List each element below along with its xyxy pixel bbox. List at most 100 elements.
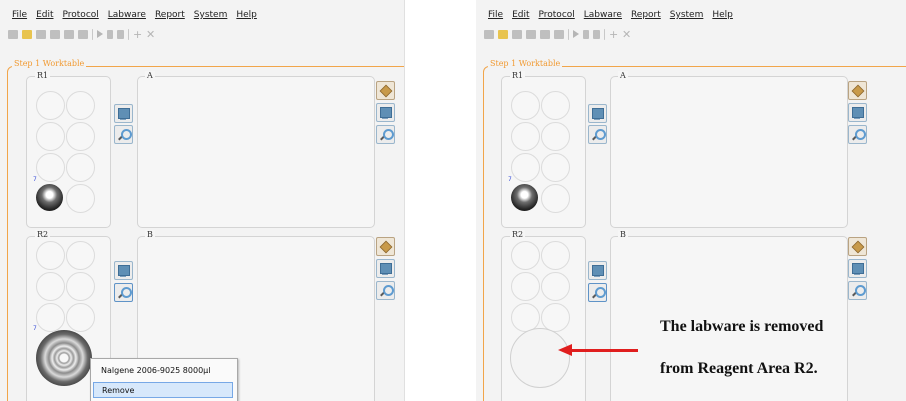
well[interactable] [36, 91, 65, 120]
new-icon[interactable] [484, 29, 494, 39]
document-icon[interactable] [588, 261, 607, 280]
labware-box-icon[interactable] [376, 81, 395, 100]
stop-icon[interactable] [117, 29, 124, 39]
print-preview-icon[interactable] [554, 29, 564, 39]
open-folder-icon[interactable] [22, 29, 32, 39]
new-icon[interactable] [8, 29, 18, 39]
well[interactable] [66, 91, 95, 120]
area-label-a: A [145, 71, 155, 80]
menu-protocol[interactable]: Protocol [539, 10, 575, 24]
stop-icon[interactable] [593, 29, 600, 39]
search-icon[interactable] [588, 283, 607, 302]
menu-system[interactable]: System [670, 10, 704, 24]
delete-icon[interactable]: ✕ [146, 29, 155, 40]
well[interactable] [541, 241, 570, 270]
area-label-r1: R1 [35, 71, 51, 80]
well[interactable] [66, 122, 95, 151]
annotation-line-1: The labware is removed [660, 318, 824, 335]
well[interactable] [541, 91, 570, 120]
context-menu-labware-name[interactable]: Nalgene 2006-9025 8000µl [93, 363, 233, 379]
search-icon[interactable] [588, 125, 607, 144]
work-area-a[interactable] [610, 76, 848, 228]
document-icon[interactable] [588, 104, 607, 123]
open-folder-icon[interactable] [498, 29, 508, 39]
well[interactable] [511, 272, 540, 301]
reagent-bottle[interactable] [36, 330, 92, 386]
document-icon[interactable] [848, 259, 867, 278]
menu-labware[interactable]: Labware [108, 10, 146, 24]
well-number: 7 [33, 325, 37, 332]
well[interactable] [511, 153, 540, 182]
print-preview-icon[interactable] [78, 29, 88, 39]
menu-help[interactable]: Help [236, 10, 257, 24]
document-icon[interactable] [376, 259, 395, 278]
menu-report[interactable]: Report [155, 10, 185, 24]
menu-protocol[interactable]: Protocol [63, 10, 99, 24]
menu-file[interactable]: File [488, 10, 503, 24]
menu-labware[interactable]: Labware [584, 10, 622, 24]
print-icon[interactable] [64, 29, 74, 39]
save-icon[interactable] [512, 29, 522, 39]
red-arrow-icon [558, 344, 572, 356]
add-icon[interactable]: + [609, 29, 618, 40]
print-icon[interactable] [540, 29, 550, 39]
sample-tube[interactable] [511, 184, 538, 211]
well[interactable] [541, 153, 570, 182]
save-as-icon[interactable] [526, 29, 536, 39]
menu-help[interactable]: Help [712, 10, 733, 24]
search-icon[interactable] [376, 125, 395, 144]
context-menu-remove[interactable]: Remove [93, 382, 233, 398]
document-icon[interactable] [114, 104, 133, 123]
menu-bar: File Edit Protocol Labware Report System… [476, 10, 733, 24]
well[interactable] [511, 122, 540, 151]
well[interactable] [36, 241, 65, 270]
empty-labware-slot[interactable] [510, 328, 570, 388]
red-arrow-shaft [571, 349, 638, 352]
menu-system[interactable]: System [194, 10, 228, 24]
toolbar-separator [92, 28, 93, 40]
pause-icon[interactable] [107, 29, 113, 39]
add-icon[interactable]: + [133, 29, 142, 40]
well[interactable] [541, 272, 570, 301]
well[interactable] [541, 184, 570, 213]
document-icon[interactable] [848, 103, 867, 122]
well[interactable] [66, 153, 95, 182]
well[interactable] [66, 272, 95, 301]
run-icon[interactable] [97, 30, 103, 38]
menu-edit[interactable]: Edit [36, 10, 53, 24]
search-icon[interactable] [848, 125, 867, 144]
labware-box-icon[interactable] [848, 237, 867, 256]
well[interactable] [511, 91, 540, 120]
search-icon[interactable] [848, 281, 867, 300]
pause-icon[interactable] [583, 29, 589, 39]
run-icon[interactable] [573, 30, 579, 38]
area-label-b: B [618, 230, 628, 239]
area-label-r2: R2 [510, 230, 526, 239]
well[interactable] [541, 122, 570, 151]
well[interactable] [36, 153, 65, 182]
search-icon[interactable] [376, 281, 395, 300]
labware-box-icon[interactable] [848, 81, 867, 100]
well[interactable] [36, 122, 65, 151]
document-icon[interactable] [114, 261, 133, 280]
document-icon[interactable] [376, 103, 395, 122]
well[interactable] [36, 303, 65, 332]
sample-tube[interactable] [36, 184, 63, 211]
menu-report[interactable]: Report [631, 10, 661, 24]
delete-icon[interactable]: ✕ [622, 29, 631, 40]
well[interactable] [66, 184, 95, 213]
search-icon[interactable] [114, 283, 133, 302]
work-area-a[interactable] [137, 76, 375, 228]
well[interactable] [511, 241, 540, 270]
save-icon[interactable] [36, 29, 46, 39]
save-as-icon[interactable] [50, 29, 60, 39]
menu-edit[interactable]: Edit [512, 10, 529, 24]
area-label-b: B [145, 230, 155, 239]
menu-file[interactable]: File [12, 10, 27, 24]
well[interactable] [66, 303, 95, 332]
well[interactable] [36, 272, 65, 301]
area-label-r2: R2 [35, 230, 51, 239]
labware-box-icon[interactable] [376, 237, 395, 256]
well[interactable] [66, 241, 95, 270]
search-icon[interactable] [114, 125, 133, 144]
